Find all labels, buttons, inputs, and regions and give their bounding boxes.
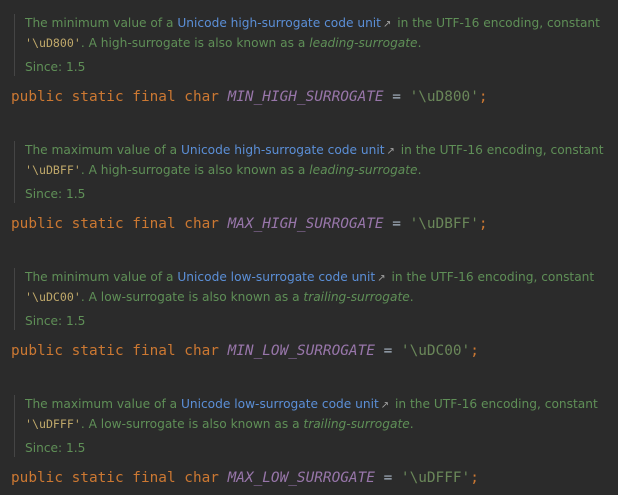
javadoc-min-low-surrogate: The minimum value of a Unicode low-surro…	[14, 268, 614, 330]
constant-name[interactable]: MIN_HIGH_SURROGATE	[228, 89, 384, 105]
code-keywords: public static final char	[11, 89, 219, 105]
doc-term: trailing-surrogate	[303, 417, 410, 431]
doc-line-1: The minimum value of a Unicode high-surr…	[25, 14, 614, 34]
char-literal: '\uDBFF'	[409, 216, 479, 232]
external-link-icon[interactable]: ↗	[383, 19, 391, 30]
unicode-link[interactable]: Unicode high-surrogate code unit	[181, 143, 385, 157]
javadoc-max-high-surrogate: The maximum value of a Unicode high-surr…	[14, 141, 614, 203]
javadoc-min-high-surrogate: The minimum value of a Unicode high-surr…	[14, 14, 614, 76]
doc-text: . A high-surrogate is also known as a	[80, 163, 310, 177]
code-keywords: public static final char	[11, 470, 219, 486]
doc-text: .	[417, 163, 422, 177]
code-operator: =	[383, 89, 410, 105]
unicode-link[interactable]: Unicode high-surrogate code unit	[177, 16, 381, 30]
unicode-link[interactable]: Unicode low-surrogate code unit	[177, 270, 375, 284]
code-operator: =	[374, 343, 401, 359]
javadoc-max-low-surrogate: The maximum value of a Unicode low-surro…	[14, 395, 614, 457]
doc-line-2: '\uD800'. A high-surrogate is also known…	[25, 34, 614, 52]
doc-text: The minimum value of a	[25, 16, 178, 30]
char-literal: '\uDFFF'	[400, 470, 471, 486]
inline-code: '\uDBFF'	[25, 163, 81, 177]
doc-text: in the UTF-16 encoding, constant	[387, 270, 595, 284]
external-link-icon[interactable]: ↗	[377, 273, 385, 284]
doc-text: . A low-surrogate is also known as a	[80, 290, 304, 304]
code-operator: =	[374, 470, 401, 486]
constant-name[interactable]: MAX_HIGH_SURROGATE	[228, 216, 384, 232]
constant-name[interactable]: MAX_LOW_SURROGATE	[228, 470, 375, 486]
doc-line-2: '\uDBFF'. A high-surrogate is also known…	[25, 161, 614, 179]
declaration-min-high-surrogate[interactable]: public static final char MIN_HIGH_SURROG…	[11, 87, 488, 107]
code-operator: =	[383, 216, 410, 232]
code-semicolon: ;	[478, 89, 488, 105]
char-literal: '\uD800'	[409, 89, 479, 105]
doc-line-1: The minimum value of a Unicode low-surro…	[25, 268, 614, 288]
inline-code: '\uDFFF'	[25, 417, 81, 431]
constant-name[interactable]: MIN_LOW_SURROGATE	[228, 343, 375, 359]
doc-line-2: '\uDFFF'. A low-surrogate is also known …	[25, 415, 614, 433]
declaration-min-low-surrogate[interactable]: public static final char MIN_LOW_SURROGA…	[11, 341, 479, 361]
external-link-icon[interactable]: ↗	[381, 400, 389, 411]
since-label: Since: 1.5	[25, 187, 86, 201]
since-label: Since: 1.5	[25, 441, 86, 455]
code-keywords: public static final char	[11, 343, 219, 359]
code-semicolon: ;	[478, 216, 488, 232]
doc-term: leading-surrogate	[309, 163, 418, 177]
doc-term: trailing-surrogate	[303, 290, 410, 304]
doc-text: .	[417, 36, 422, 50]
doc-line-2: '\uDC00'. A low-surrogate is also known …	[25, 288, 614, 306]
code-semicolon: ;	[470, 470, 479, 486]
doc-text: .	[409, 417, 414, 431]
doc-term: leading-surrogate	[309, 36, 418, 50]
char-literal: '\uDC00'	[400, 343, 471, 359]
doc-text: .	[409, 290, 414, 304]
code-keywords: public static final char	[11, 216, 219, 232]
since-label: Since: 1.5	[25, 60, 86, 74]
doc-text: The maximum value of a	[25, 397, 181, 411]
inline-code: '\uDC00'	[25, 290, 81, 304]
doc-text: in the UTF-16 encoding, constant	[391, 397, 598, 411]
inline-code: '\uD800'	[25, 36, 81, 50]
doc-text: . A low-surrogate is also known as a	[80, 417, 304, 431]
doc-text: . A high-surrogate is also known as a	[80, 36, 310, 50]
declaration-max-high-surrogate[interactable]: public static final char MAX_HIGH_SURROG…	[11, 214, 488, 234]
code-semicolon: ;	[470, 343, 479, 359]
external-link-icon[interactable]: ↗	[387, 146, 395, 157]
doc-text: The minimum value of a	[25, 270, 178, 284]
doc-line-1: The maximum value of a Unicode high-surr…	[25, 141, 614, 161]
doc-line-1: The maximum value of a Unicode low-surro…	[25, 395, 614, 415]
doc-text: in the UTF-16 encoding, constant	[393, 16, 600, 30]
unicode-link[interactable]: Unicode low-surrogate code unit	[181, 397, 379, 411]
doc-text: The maximum value of a	[25, 143, 181, 157]
doc-text: in the UTF-16 encoding, constant	[396, 143, 604, 157]
since-label: Since: 1.5	[25, 314, 86, 328]
declaration-max-low-surrogate[interactable]: public static final char MAX_LOW_SURROGA…	[11, 468, 479, 488]
